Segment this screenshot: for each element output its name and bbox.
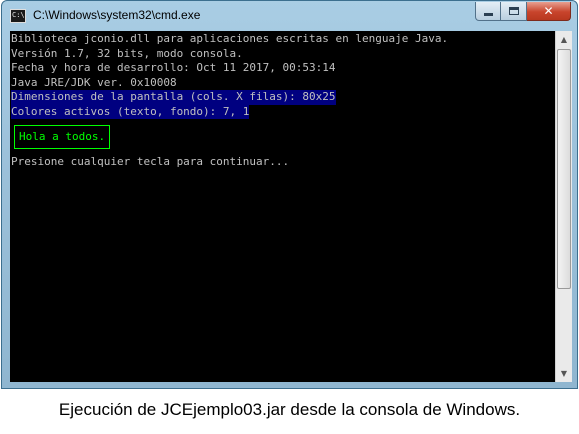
close-icon: ✕ <box>543 4 554 18</box>
console-output[interactable]: Biblioteca jconio.dll para aplicaciones … <box>10 31 555 382</box>
cmd-window: C:\ C:\Windows\system32\cmd.exe ✕ Biblio… <box>1 0 578 389</box>
minimize-icon <box>483 12 493 16</box>
console-line-colors: Colores activos (texto, fondo): 7, 1 <box>11 104 555 119</box>
highlighted-line-text: Colores activos (texto, fondo): 7, 1 <box>11 104 250 119</box>
maximize-icon <box>508 7 519 15</box>
maximize-button[interactable] <box>501 2 527 21</box>
arrow-down-icon: ▼ <box>560 369 568 378</box>
highlighted-line-text: Dimensiones de la pantalla (cols. X fila… <box>11 90 336 105</box>
console-line-java: Java JRE/JDK ver. 0x10008 <box>11 76 555 91</box>
close-button[interactable]: ✕ <box>527 2 571 21</box>
scrollbar-thumb[interactable] <box>557 49 571 289</box>
cmd-app-icon[interactable]: C:\ <box>10 9 26 23</box>
console-line-version: Versión 1.7, 32 bits, modo consola. <box>11 47 555 62</box>
cmd-icon-text: C:\ <box>12 11 25 19</box>
prompt-text: Presione cualquier tecla para continuar.… <box>11 154 290 168</box>
hello-box: Hola a todos. <box>14 125 111 149</box>
console-line-text: Java JRE/JDK ver. 0x10008 <box>11 75 177 89</box>
scroll-down-button[interactable]: ▼ <box>556 365 572 382</box>
minimize-button[interactable] <box>475 2 501 21</box>
console-line-text: Versión 1.7, 32 bits, modo consola. <box>11 46 243 60</box>
console-line-text: Biblioteca jconio.dll para aplicaciones … <box>11 32 449 45</box>
window-controls: ✕ <box>475 2 571 22</box>
console-line-library: Biblioteca jconio.dll para aplicaciones … <box>11 32 555 47</box>
console-line-text: Fecha y hora de desarrollo: Oct 11 2017,… <box>11 61 336 74</box>
scroll-up-button[interactable]: ▲ <box>556 31 572 48</box>
title-bar[interactable]: C:\ C:\Windows\system32\cmd.exe ✕ <box>2 1 577 31</box>
arrow-up-icon: ▲ <box>560 35 568 44</box>
console-line-prompt: Presione cualquier tecla para continuar.… <box>11 155 555 170</box>
console-line-dimensions: Dimensiones de la pantalla (cols. X fila… <box>11 90 555 105</box>
vertical-scrollbar[interactable]: ▲ ▼ <box>555 31 572 382</box>
console-line-date: Fecha y hora de desarrollo: Oct 11 2017,… <box>11 61 555 76</box>
figure-caption: Ejecución de JCEjemplo03.jar desde la co… <box>58 400 521 419</box>
window-title: C:\Windows\system32\cmd.exe <box>33 8 201 22</box>
